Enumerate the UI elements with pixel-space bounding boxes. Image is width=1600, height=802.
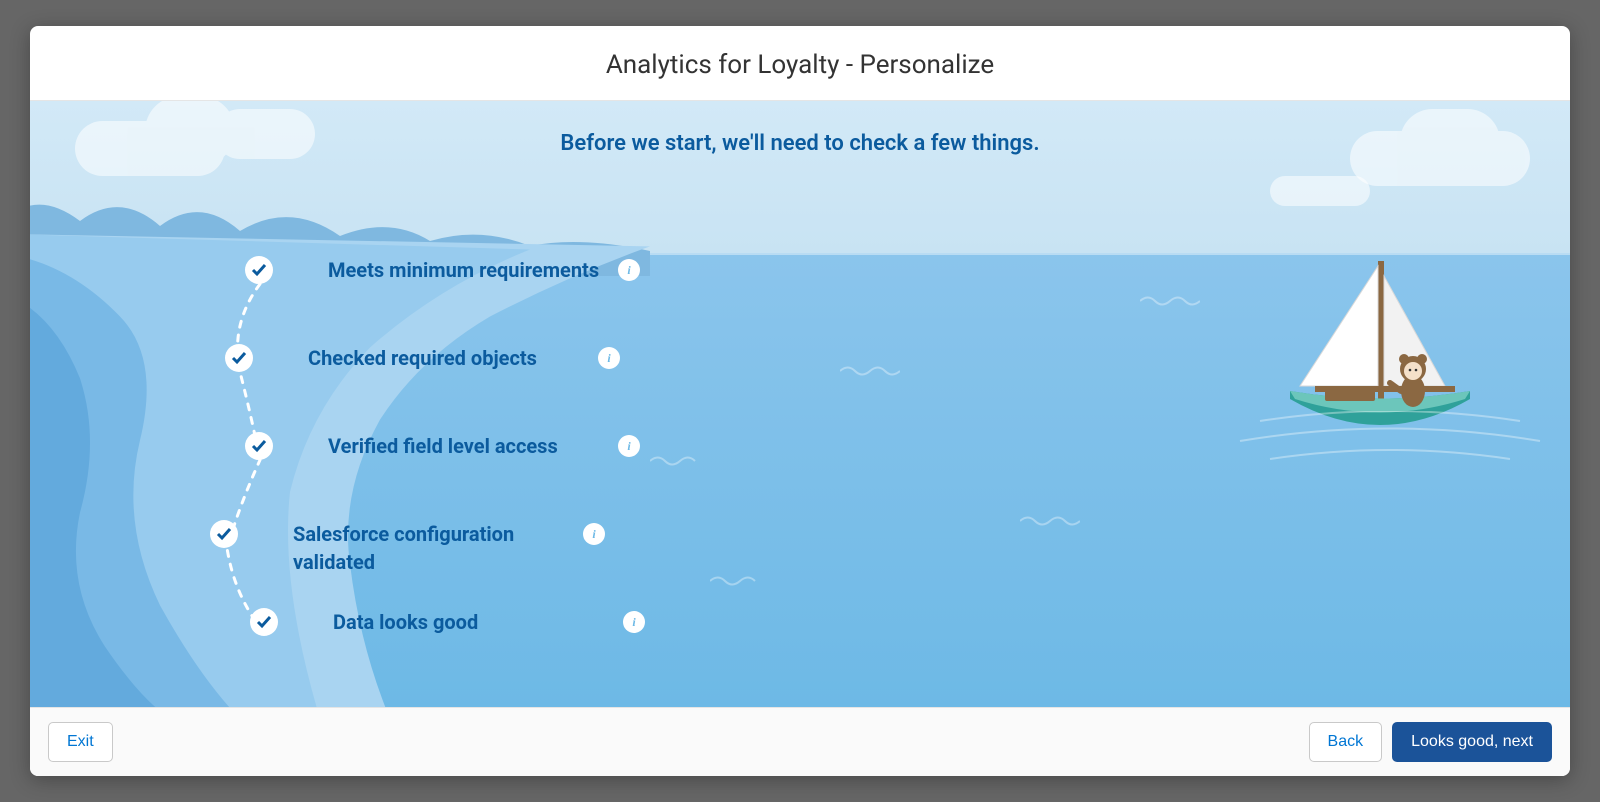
check-row-field-access: Verified field level access i	[245, 432, 645, 520]
exit-button[interactable]: Exit	[48, 722, 113, 762]
check-row-config-validated: Salesforce configuration validated i	[210, 520, 645, 608]
check-label: Data looks good	[333, 608, 623, 636]
info-icon[interactable]: i	[623, 611, 645, 633]
wave-icon	[840, 361, 900, 380]
check-label: Checked required objects	[308, 344, 598, 372]
info-icon[interactable]: i	[583, 523, 605, 545]
check-row-required-objects: Checked required objects i	[225, 344, 645, 432]
modal-footer: Exit Back Looks good, next	[30, 707, 1570, 776]
check-label: Salesforce configuration validated	[293, 520, 583, 576]
modal-header: Analytics for Loyalty - Personalize	[30, 26, 1570, 101]
setup-wizard-modal: Analytics for Loyalty - Personalize	[30, 26, 1570, 776]
check-icon	[245, 432, 273, 460]
modal-body: Before we start, we'll need to check a f…	[30, 101, 1570, 707]
info-icon[interactable]: i	[618, 435, 640, 457]
next-button[interactable]: Looks good, next	[1392, 722, 1552, 762]
info-icon[interactable]: i	[598, 347, 620, 369]
wave-icon	[710, 571, 760, 590]
check-label: Verified field level access	[328, 432, 618, 460]
check-label: Meets minimum requirements	[328, 256, 618, 284]
modal-title: Analytics for Loyalty - Personalize	[30, 50, 1570, 80]
intro-message: Before we start, we'll need to check a f…	[30, 131, 1570, 156]
check-icon	[250, 608, 278, 636]
check-row-meets-minimum: Meets minimum requirements i	[245, 256, 645, 344]
check-icon	[210, 520, 238, 548]
check-icon	[245, 256, 273, 284]
requirements-checklist: Meets minimum requirements i Checked req…	[195, 256, 645, 696]
back-button[interactable]: Back	[1309, 722, 1383, 762]
wave-icon	[650, 451, 700, 470]
wave-icon	[1020, 511, 1080, 530]
check-row-data-good: Data looks good i	[250, 608, 645, 696]
info-icon[interactable]: i	[618, 259, 640, 281]
water-ripples-illustration	[1230, 411, 1550, 471]
wave-icon	[1140, 291, 1200, 310]
check-icon	[225, 344, 253, 372]
cloud-icon	[1270, 176, 1370, 206]
